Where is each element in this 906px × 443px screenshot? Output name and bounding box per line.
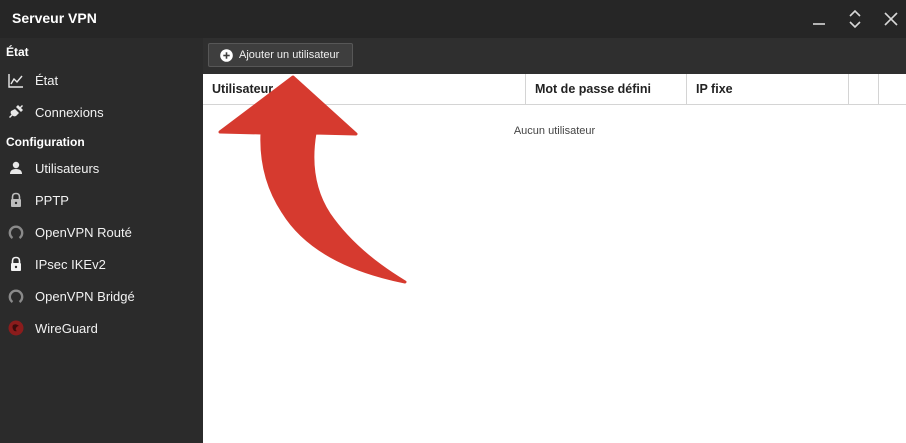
sidebar-item-label: PPTP [35, 192, 69, 208]
close-icon[interactable] [880, 8, 902, 30]
column-header-mot-de-passe[interactable]: Mot de passe défini [526, 74, 687, 104]
sidebar: État État Connexions Configuration Utili… [0, 38, 203, 443]
sidebar-item-label: Connexions [35, 104, 104, 120]
sidebar-item-etat[interactable]: État [0, 65, 203, 95]
window-title: Serveur VPN [12, 10, 97, 26]
chart-line-icon [8, 72, 24, 88]
section-title-configuration: Configuration [6, 135, 85, 149]
openvpn-icon [8, 224, 24, 240]
minimize-icon[interactable] [808, 8, 830, 30]
sidebar-item-openvpn-route[interactable]: OpenVPN Routé [0, 217, 203, 247]
sidebar-item-utilisateurs[interactable]: Utilisateurs [0, 153, 203, 183]
section-title-etat: État [6, 45, 29, 59]
annotation-arrow [218, 75, 407, 284]
plus-circle-icon [220, 48, 233, 62]
wireguard-icon [8, 320, 24, 336]
sidebar-item-label: OpenVPN Bridgé [35, 288, 135, 304]
sidebar-item-label: WireGuard [35, 320, 98, 336]
sidebar-item-wireguard[interactable]: WireGuard [0, 313, 203, 343]
column-header-ip-fixe[interactable]: IP fixe [687, 74, 849, 104]
sidebar-item-pptp[interactable]: PPTP [0, 185, 203, 215]
sidebar-item-openvpn-bridge[interactable]: OpenVPN Bridgé [0, 281, 203, 311]
lock-icon [8, 192, 24, 208]
title-bar: Serveur VPN [0, 0, 906, 38]
plug-icon [8, 104, 24, 120]
sidebar-item-connexions[interactable]: Connexions [0, 97, 203, 127]
sidebar-item-label: Utilisateurs [35, 160, 100, 176]
lock-icon [8, 256, 24, 272]
sidebar-item-label: OpenVPN Routé [35, 224, 132, 240]
restore-icon[interactable] [844, 8, 866, 30]
user-icon [8, 160, 24, 176]
add-user-label: Ajouter un utilisateur [239, 49, 340, 61]
openvpn-icon [8, 288, 24, 304]
column-header-extra[interactable] [849, 74, 879, 104]
add-user-button[interactable]: Ajouter un utilisateur [208, 43, 353, 67]
sidebar-item-label: État [35, 72, 59, 88]
toolbar: Ajouter un utilisateur [203, 38, 906, 74]
sidebar-item-ipsec-ikev2[interactable]: IPsec IKEv2 [0, 249, 203, 279]
sidebar-item-label: IPsec IKEv2 [35, 256, 106, 272]
